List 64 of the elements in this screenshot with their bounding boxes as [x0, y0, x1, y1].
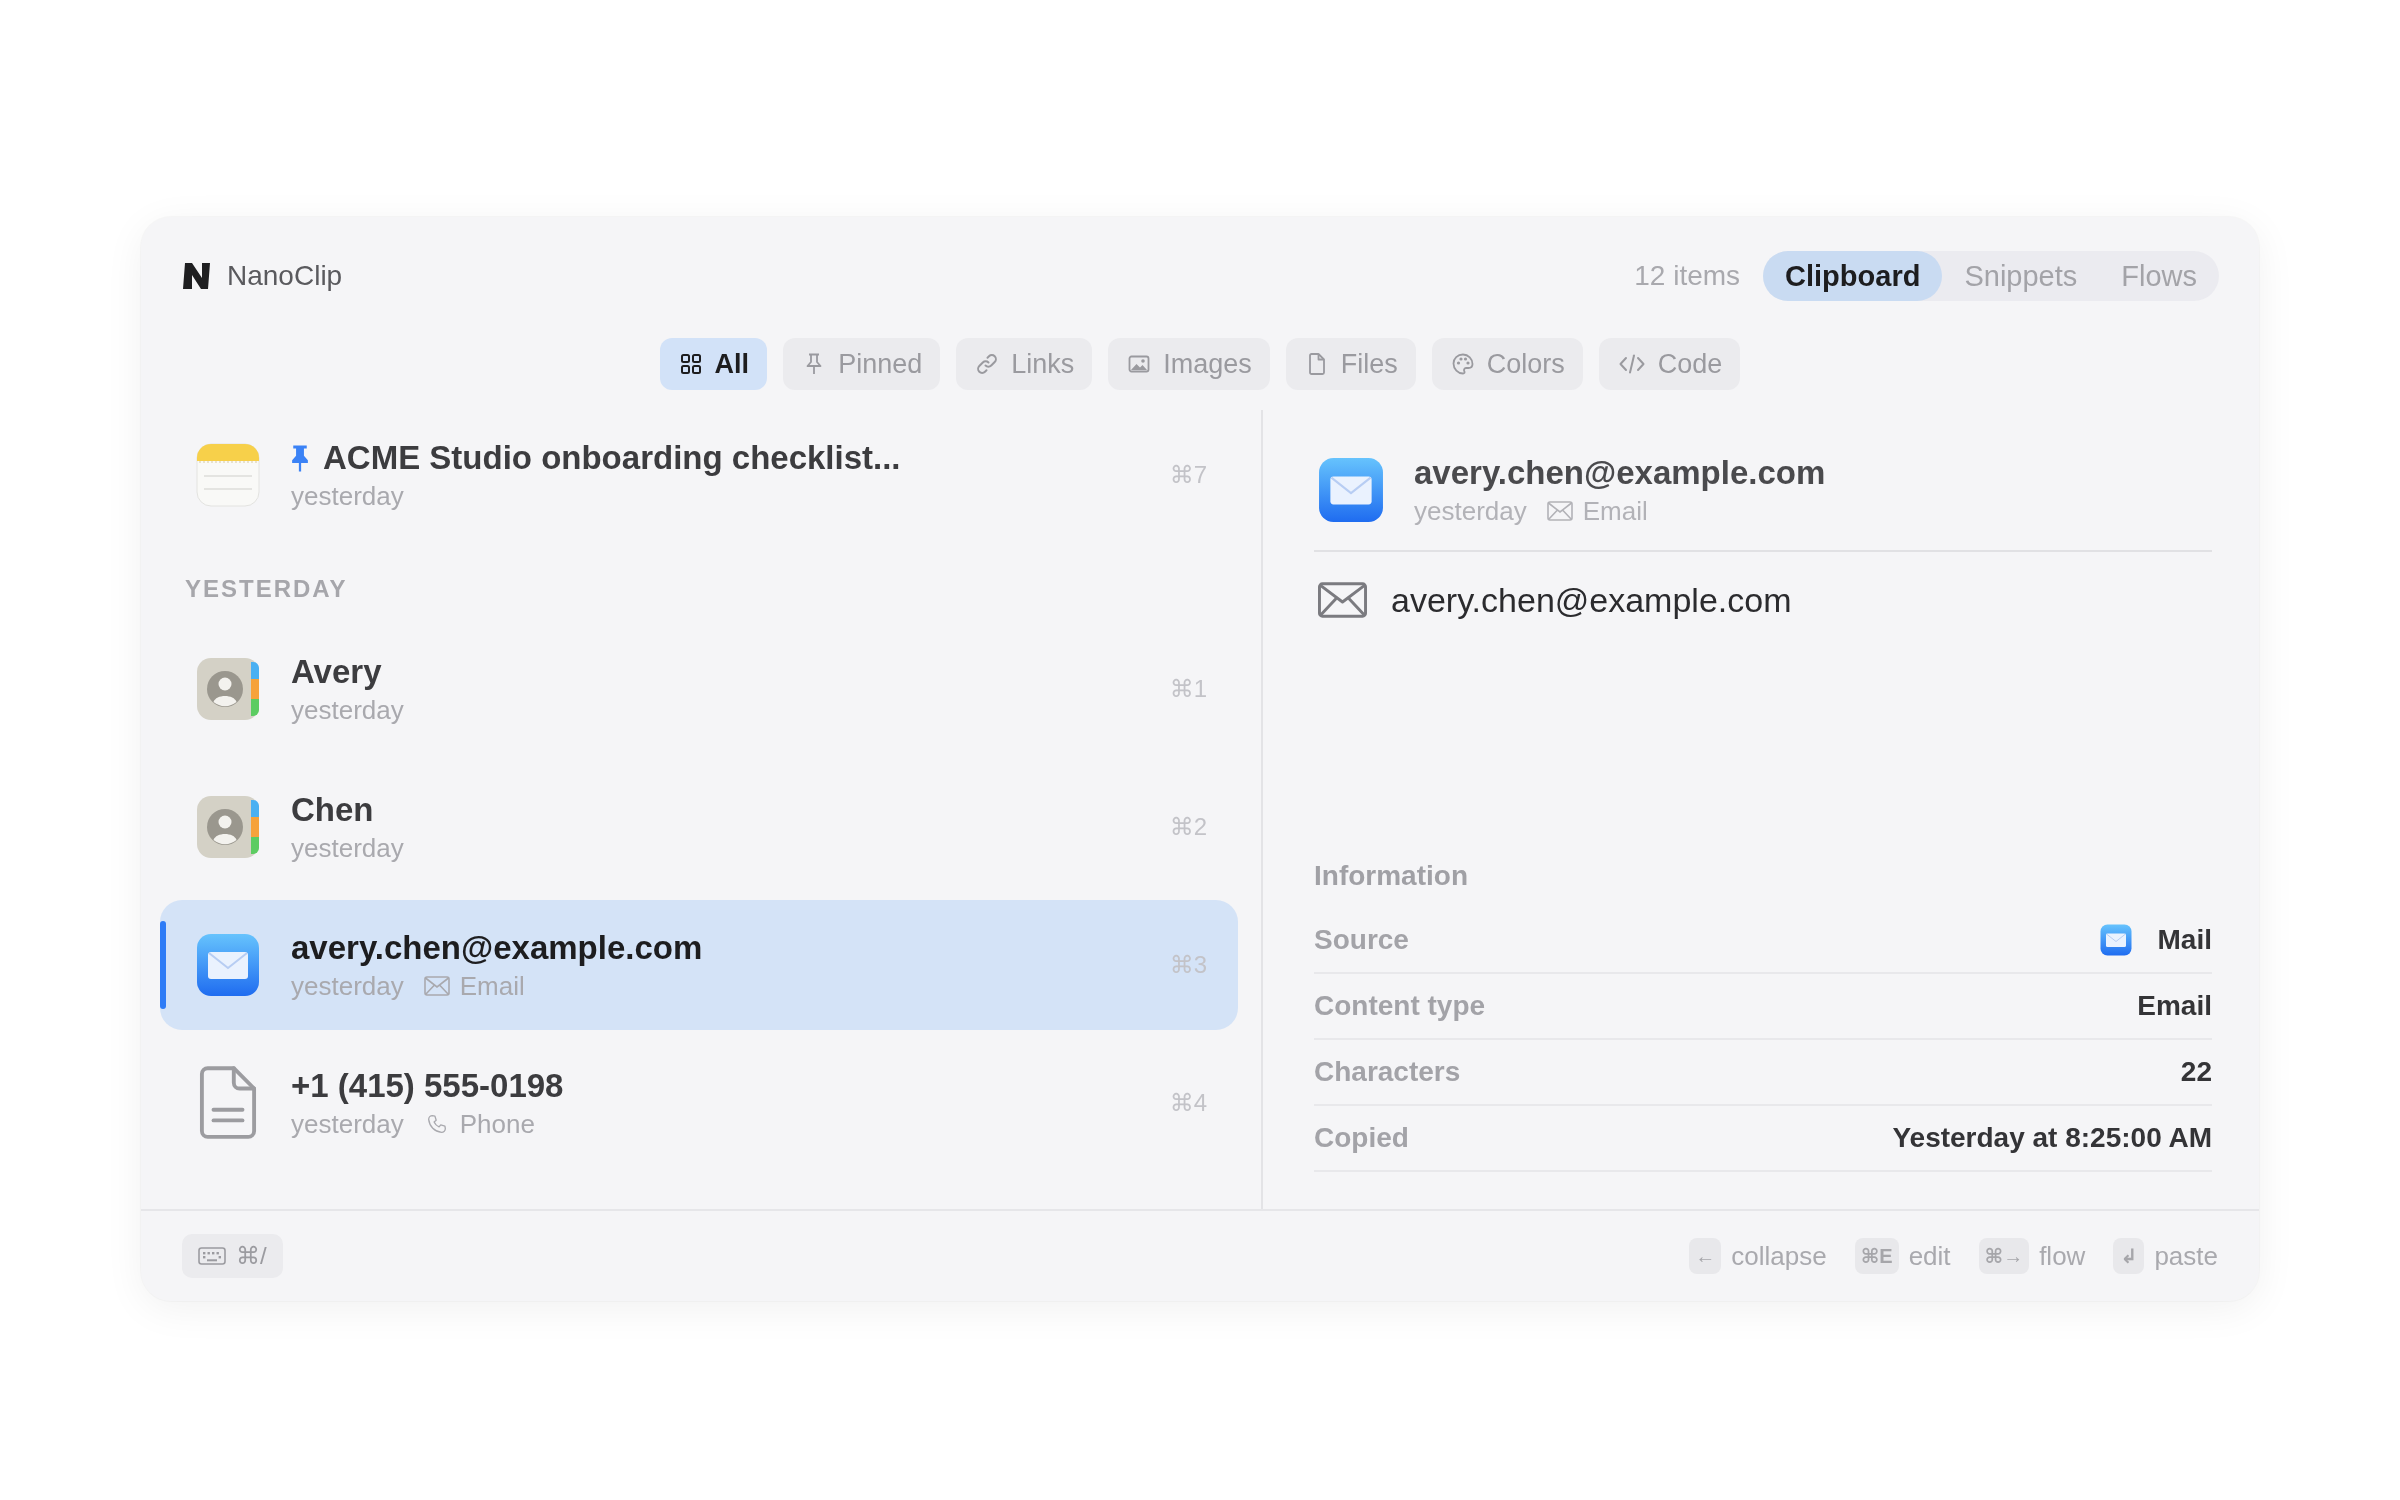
shortcut-label[interactable]: edit — [1908, 1240, 1951, 1272]
palette-icon — [1451, 353, 1474, 375]
contact-card-icon — [196, 795, 260, 859]
logo-icon — [181, 260, 213, 292]
filter-chip[interactable]: All — [659, 338, 768, 390]
shortcut-label[interactable]: flow — [2039, 1240, 2086, 1272]
info-label: Source — [1314, 924, 1409, 956]
type-label: Phone — [459, 1108, 535, 1141]
detail-title: avery.chen@example.com — [1414, 453, 1826, 493]
filter-chip[interactable]: Files — [1285, 338, 1416, 390]
info-label: Characters — [1314, 1056, 1461, 1088]
shortcut-key: ← — [1689, 1238, 1722, 1274]
link-icon — [976, 353, 999, 375]
item-count: 12 items — [1634, 260, 1741, 292]
clip-title: Chen — [291, 790, 374, 830]
filter-chip[interactable]: Images — [1108, 338, 1270, 390]
type-label: Email — [1582, 495, 1648, 528]
section-heading: YESTERDAY — [185, 575, 348, 603]
filter-chip[interactable]: Colors — [1431, 338, 1583, 390]
clip-time: yesterday — [291, 480, 404, 513]
keyboard-shortcuts-button[interactable]: ⌘/ — [182, 1234, 283, 1278]
contact-card-icon — [196, 657, 260, 721]
shortcut-key: ⌘E — [1854, 1238, 1899, 1274]
shortcut-key: ⌘→ — [1978, 1238, 2030, 1274]
code-icon — [1618, 353, 1645, 375]
envelope-icon — [1318, 582, 1367, 618]
clip-title: +1 (415) 555-0198 — [291, 1066, 564, 1106]
app-name: NanoClip — [227, 260, 343, 292]
shortcut-label[interactable]: paste — [2154, 1240, 2218, 1272]
keyboard-icon — [198, 1247, 226, 1265]
info-value: Email — [2137, 990, 2212, 1022]
shortcut-label[interactable]: collapse — [1731, 1240, 1827, 1272]
type-label: Email — [459, 970, 525, 1003]
detail-time: yesterday — [1414, 495, 1527, 528]
info-heading: Information — [1314, 859, 1469, 893]
info-value: Mail — [2157, 924, 2212, 956]
clip-time: yesterday — [291, 970, 404, 1003]
envelope-icon — [2099, 924, 2132, 956]
clip-time: yesterday — [291, 1108, 404, 1141]
clip-title: Avery — [291, 652, 382, 692]
filter-chip[interactable]: Links — [956, 338, 1093, 390]
info-label: Copied — [1314, 1122, 1409, 1154]
document-icon — [199, 1066, 257, 1140]
shortcut-key: ↲ — [2113, 1238, 2145, 1274]
clip-content: avery.chen@example.com — [1391, 580, 1792, 620]
image-icon — [1128, 353, 1151, 375]
envelope-icon — [1318, 457, 1384, 523]
grid-icon — [679, 353, 702, 375]
info-value: Yesterday at 8:25:00 AM — [1892, 1122, 2212, 1154]
notepad-icon — [196, 443, 260, 507]
clip-title: ACME Studio onboarding checklist... — [323, 438, 901, 478]
clip-time: yesterday — [291, 832, 404, 865]
info-label: Content type — [1314, 990, 1486, 1022]
mode-tab[interactable]: Snippets — [1942, 251, 2100, 301]
filter-chip[interactable]: Pinned — [783, 338, 941, 390]
envelope-icon — [423, 976, 450, 996]
info-value: 22 — [2180, 1056, 2212, 1088]
filter-chip[interactable]: Code — [1598, 338, 1741, 390]
mode-tab[interactable]: Clipboard — [1763, 251, 1943, 301]
mode-tab[interactable]: Flows — [2099, 251, 2219, 301]
envelope-icon — [1546, 501, 1573, 521]
clip-time: yesterday — [291, 694, 404, 727]
envelope-icon — [196, 933, 260, 997]
clip-title: avery.chen@example.com — [291, 928, 703, 968]
